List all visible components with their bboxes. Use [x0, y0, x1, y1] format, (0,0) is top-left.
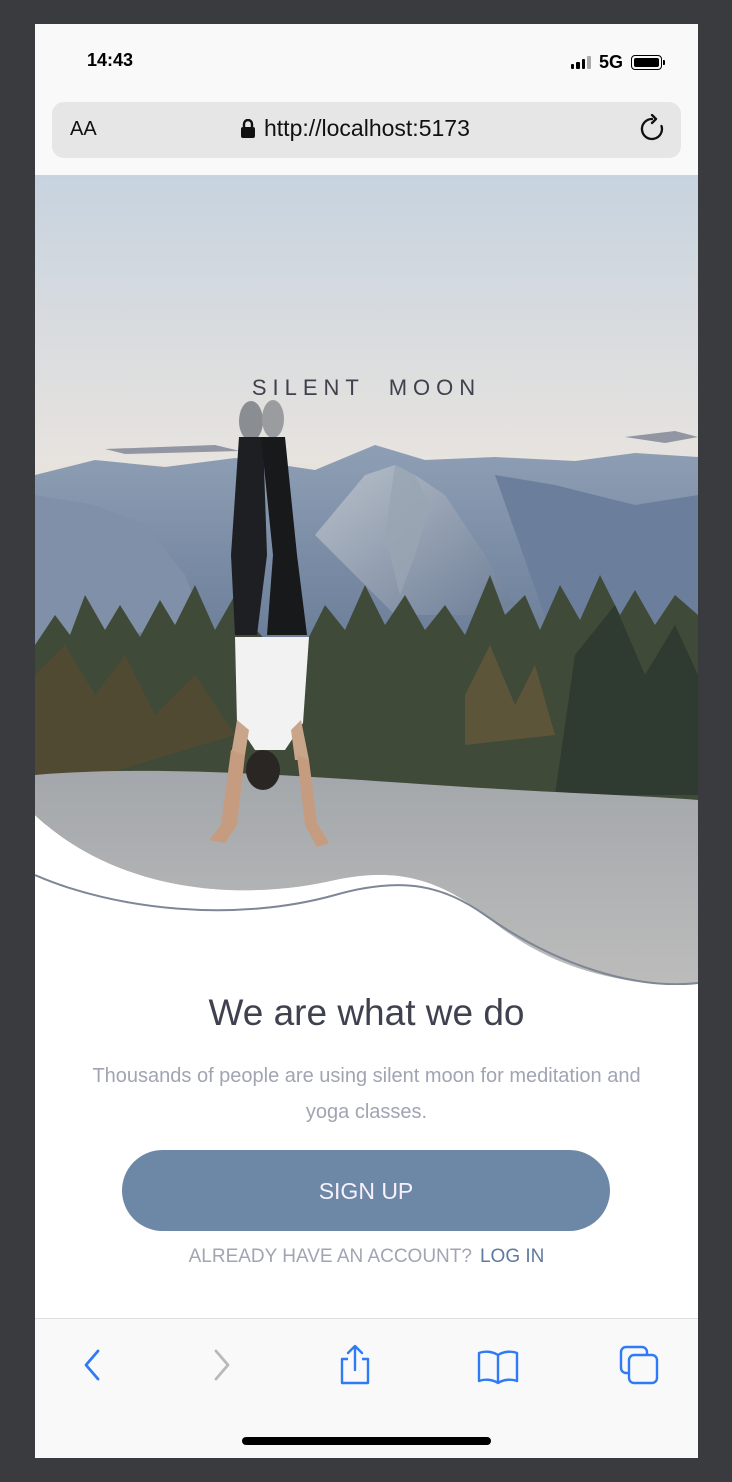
sign-up-button[interactable]: SIGN UP: [122, 1150, 610, 1231]
reload-icon[interactable]: [637, 114, 667, 144]
back-icon[interactable]: [71, 1343, 115, 1387]
text-size-label: AA: [70, 118, 97, 140]
bookmarks-icon[interactable]: [476, 1343, 520, 1387]
browser-address-area: AA http://localhost:5173: [35, 102, 698, 176]
browser-toolbar: [35, 1318, 698, 1458]
mountain-yoga-illustration: [35, 175, 698, 986]
page-description: Thousands of people are using silent moo…: [92, 1065, 641, 1123]
url-text: http://localhost:5173: [264, 115, 470, 141]
account-prompt: ALREADY HAVE AN ACCOUNT?: [188, 1246, 472, 1267]
signal-icon: [570, 56, 591, 69]
network-type: 5G: [598, 52, 623, 72]
hero-image: SILENT MOON: [35, 175, 698, 986]
home-indicator: [242, 1437, 491, 1445]
battery-icon: [631, 55, 665, 70]
url-display[interactable]: http://localhost:5173: [240, 115, 470, 142]
login-row: ALREADY HAVE AN ACCOUNT? LOG IN: [35, 1246, 698, 1268]
brand-logo: SILENT MOON: [251, 375, 482, 400]
forward-icon[interactable]: [199, 1343, 243, 1387]
lock-icon: [241, 118, 255, 138]
page-title: We are what we do: [208, 992, 525, 1033]
tabs-icon[interactable]: [617, 1343, 661, 1387]
phone-screen: 14:43 5G AA http://localhost:5173 SILENT…: [35, 24, 698, 1458]
status-bar: 14:43 5G: [35, 24, 698, 102]
share-icon[interactable]: [333, 1343, 377, 1387]
status-time: 14:43: [87, 50, 134, 70]
status-indicators: 5G: [570, 52, 665, 73]
log-in-link[interactable]: LOG IN: [480, 1246, 544, 1267]
text-size-button[interactable]: AA: [70, 118, 97, 141]
address-bar[interactable]: AA http://localhost:5173: [52, 102, 681, 158]
